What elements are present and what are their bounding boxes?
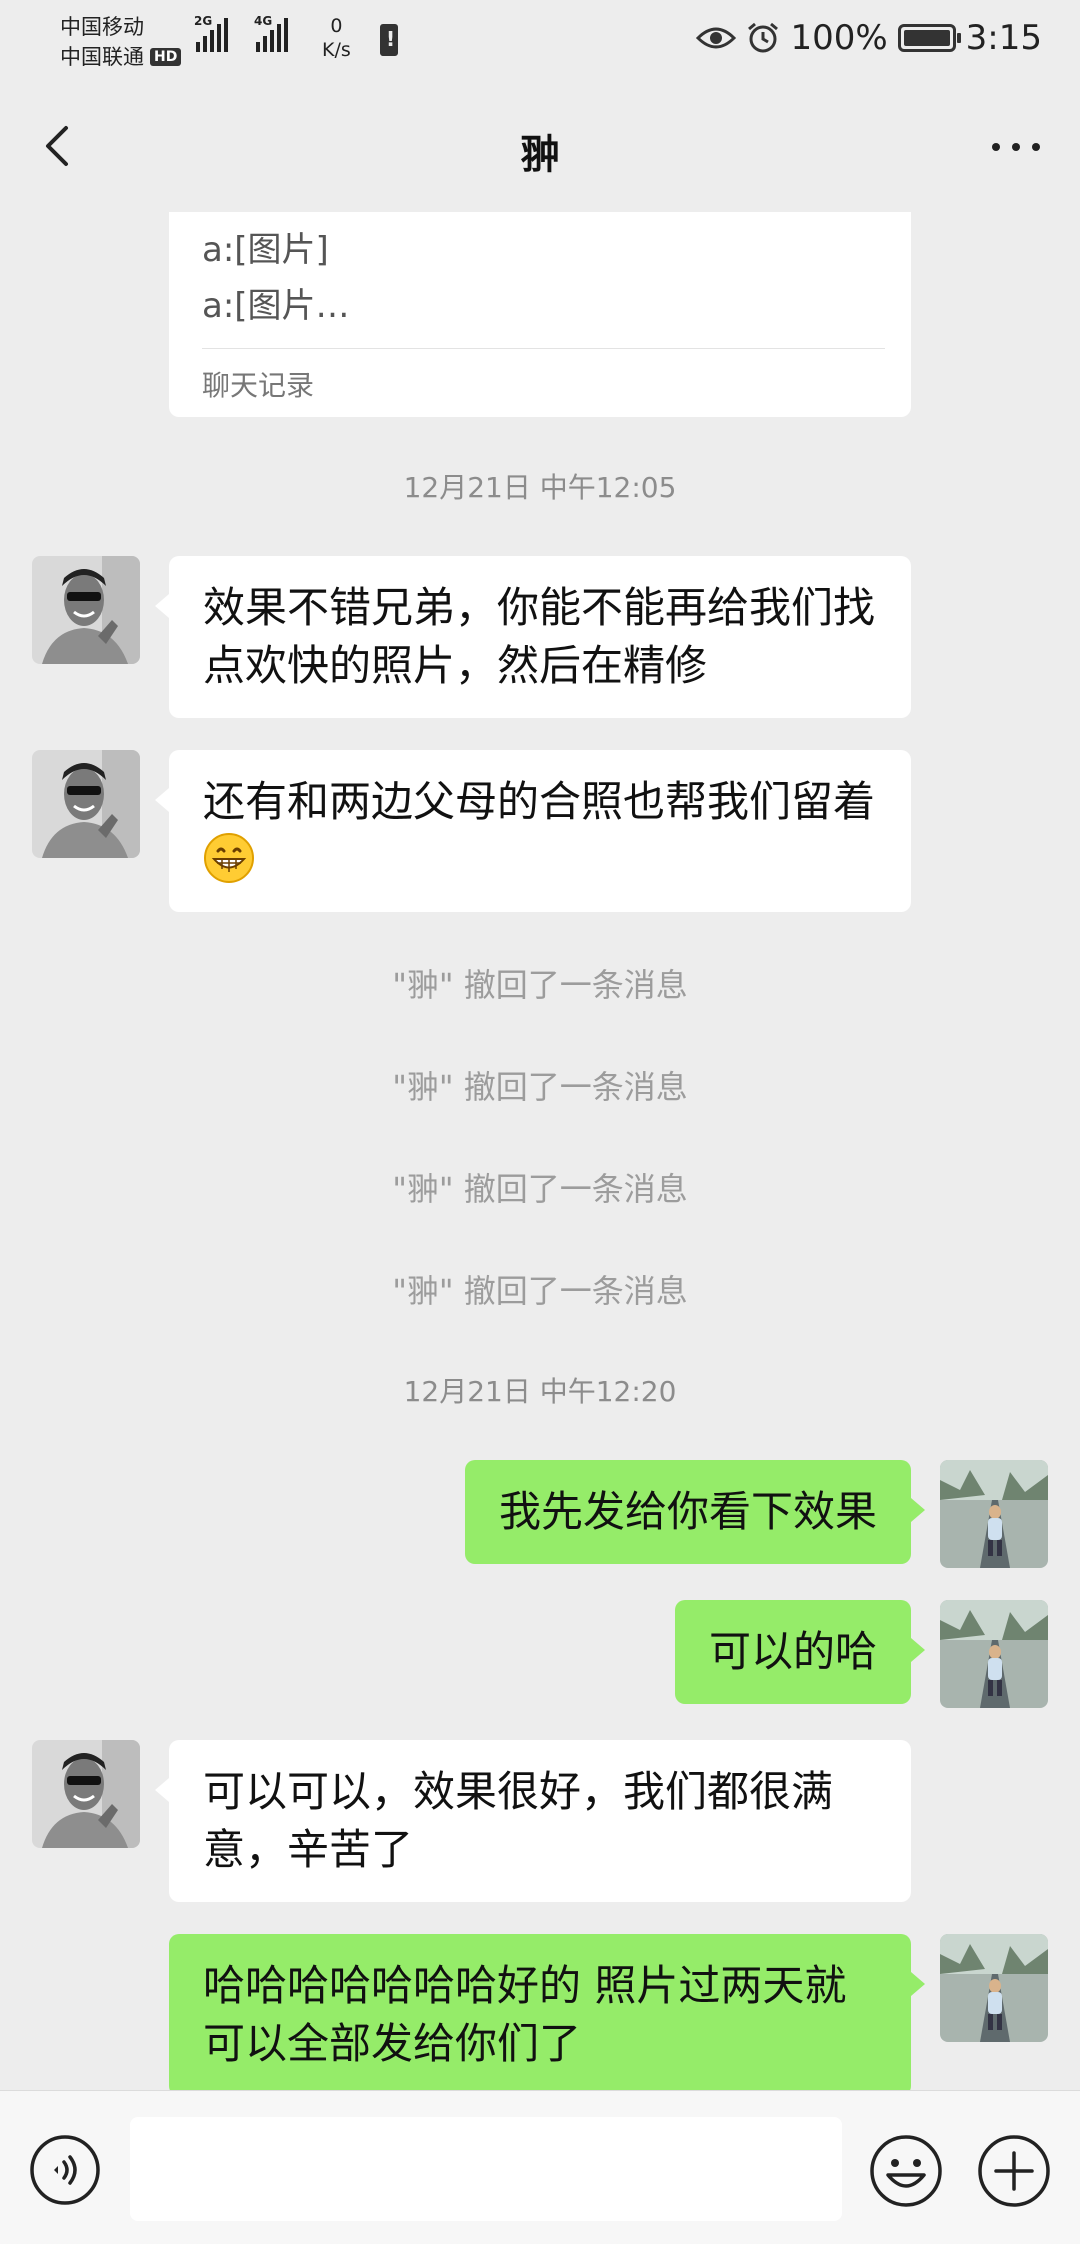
eye-icon xyxy=(696,27,737,49)
timestamp: 12月21日 中午12:05 xyxy=(403,471,677,504)
avatar-self[interactable] xyxy=(940,1460,1048,1568)
net-speed-unit: K/s xyxy=(322,39,351,61)
message-bubble-outgoing[interactable]: 可以的哈 xyxy=(674,1600,926,1704)
message-bubble-incoming[interactable]: 还有和两边父母的合照也帮我们留着 xyxy=(155,750,911,912)
avatar[interactable] xyxy=(32,556,140,664)
message-bubble-incoming[interactable]: 效果不错兄弟，你能不能再给我们找点欢快的照片，然后在精修 xyxy=(155,556,911,718)
card-line-1: a:[图片] xyxy=(202,230,329,270)
voice-button[interactable] xyxy=(28,2133,102,2207)
card-footer: 聊天记录 xyxy=(202,369,315,402)
status-bar: 中国移动 中国联通 HD 2G 4G 0 K/s 100% 3:15 xyxy=(0,0,1080,82)
recall-notice: "翀" 撤回了一条消息 xyxy=(392,1068,688,1106)
signal-1-label: 2G xyxy=(194,14,213,28)
message-bubble-outgoing[interactable]: 我先发给你看下效果 xyxy=(464,1460,926,1564)
more-button[interactable] xyxy=(986,132,1046,162)
card-divider xyxy=(202,348,885,349)
self-avatar-image xyxy=(940,1460,1048,1568)
clock: 3:15 xyxy=(965,18,1042,58)
carrier-2: 中国联通 xyxy=(60,45,144,69)
emoji-icon xyxy=(870,2135,942,2207)
carrier-info: 中国移动 中国联通 HD xyxy=(60,12,182,72)
input-bar xyxy=(0,2090,1080,2244)
contact-avatar-image xyxy=(32,750,140,858)
self-avatar-image xyxy=(940,1600,1048,1708)
chat-title: 翀 xyxy=(520,132,560,178)
contact-avatar-image xyxy=(32,556,140,664)
grinning-face-emoji xyxy=(204,833,254,883)
carrier-1: 中国移动 xyxy=(60,15,144,39)
card-line-2: a:[图片… xyxy=(202,286,350,326)
avatar[interactable] xyxy=(32,1740,140,1848)
message-input[interactable] xyxy=(130,2117,842,2221)
signal-2-label: 4G xyxy=(254,14,273,28)
avatar-self[interactable] xyxy=(940,1600,1048,1708)
plus-icon xyxy=(978,2135,1050,2207)
battery-icon xyxy=(897,24,961,52)
message-text: 还有和两边父母的合照也帮我们留着 xyxy=(203,777,876,826)
net-speed-value: 0 xyxy=(330,15,343,37)
more-dot xyxy=(1012,143,1020,151)
recall-notice: "翀" 撤回了一条消息 xyxy=(392,966,688,1004)
avatar[interactable] xyxy=(32,750,140,858)
contact-avatar-image xyxy=(32,1740,140,1848)
message-bubble-incoming[interactable]: 可以可以，效果很好，我们都很满意，辛苦了 xyxy=(155,1740,911,1902)
nav-bar: 翀 xyxy=(0,82,1080,212)
avatar-self[interactable] xyxy=(940,1934,1048,2042)
chat-area[interactable]: a:[图片] a:[图片… 聊天记录 12月21日 中午12:05 效果不错兄弟… xyxy=(0,212,1080,2090)
signal-icon: 2G xyxy=(194,14,228,52)
battery-percent: 100% xyxy=(790,18,888,58)
alarm-icon xyxy=(748,22,779,53)
more-dot xyxy=(1032,143,1040,151)
timestamp: 12月21日 中午12:20 xyxy=(403,1375,677,1408)
signal-icon-2: 4G xyxy=(254,14,288,52)
message-bubble-outgoing[interactable]: 哈哈哈哈哈哈哈好的 照片过两天就可以全部发给你们了 xyxy=(169,1934,925,2090)
chat-record-card[interactable]: a:[图片] a:[图片… 聊天记录 xyxy=(169,212,911,417)
net-speed: 0 K/s xyxy=(322,14,351,62)
hd-badge: HD xyxy=(150,48,182,66)
more-dot xyxy=(992,143,1000,151)
status-right: 100% 3:15 xyxy=(696,18,1042,58)
sim-alert-icon xyxy=(380,24,398,56)
voice-icon xyxy=(30,2135,100,2205)
emoji-button[interactable] xyxy=(868,2133,944,2209)
self-avatar-image xyxy=(940,1934,1048,2042)
recall-notice: "翀" 撤回了一条消息 xyxy=(392,1272,688,1310)
recall-notice: "翀" 撤回了一条消息 xyxy=(392,1170,688,1208)
plus-button[interactable] xyxy=(976,2133,1052,2209)
